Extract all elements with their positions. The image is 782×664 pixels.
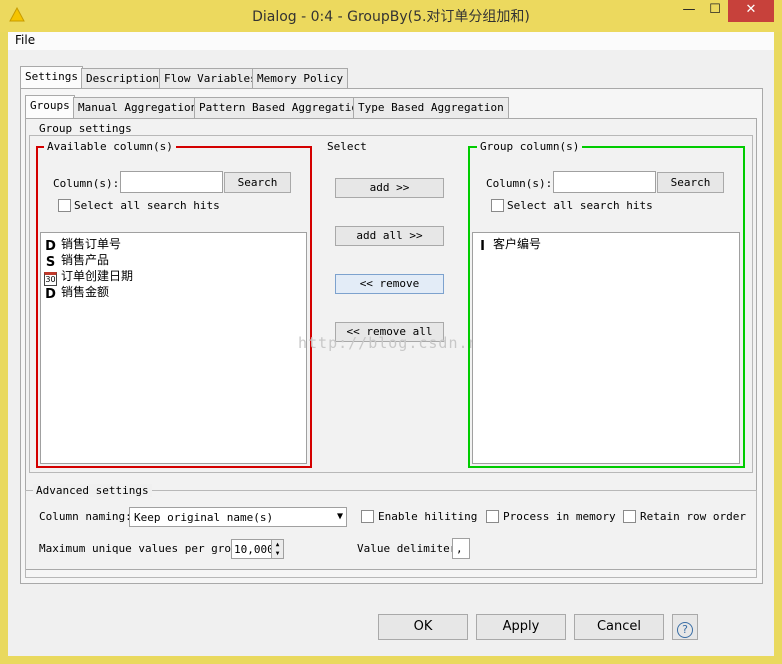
ok-button[interactable]: OK (378, 614, 468, 640)
available-select-all-label: Select all search hits (74, 199, 220, 212)
remove-button[interactable]: << remove (335, 274, 444, 294)
value-delimiter-label: Value delimiter (357, 542, 457, 555)
available-columns-list[interactable]: D 销售订单号 S 销售产品 30 订单创建日期 D 销售金额 (40, 232, 307, 464)
available-search-label: Column(s): (53, 177, 120, 190)
group-search-label: Column(s): (486, 177, 553, 190)
column-naming-label: Column naming: (39, 510, 132, 523)
integer-type-icon: I (480, 239, 485, 254)
available-select-all-checkbox[interactable] (58, 199, 71, 212)
process-in-memory-checkbox[interactable] (486, 510, 499, 523)
group-select-all-checkbox[interactable] (491, 199, 504, 212)
subtab-type-based-aggregation[interactable]: Type Based Aggregation (353, 97, 509, 118)
max-unique-values-label: Maximum unique values per group (39, 542, 245, 555)
advanced-settings-legend: Advanced settings (33, 484, 152, 497)
available-columns-legend: Available column(s) (44, 140, 176, 153)
subtab-pattern-based-aggregation[interactable]: Pattern Based Aggregation (194, 97, 370, 118)
window-title: Dialog - 0:4 - GroupBy(5.对订单分组加和) (252, 9, 530, 25)
maximize-button[interactable]: ☐ (702, 0, 728, 22)
column-naming-value: Keep original name(s) (134, 511, 274, 524)
process-in-memory-label: Process in memory (503, 510, 616, 523)
double-type-icon: D (45, 287, 56, 302)
group-columns-legend: Group column(s) (477, 140, 583, 153)
group-search-input[interactable] (553, 171, 656, 193)
add-button[interactable]: add >> (335, 178, 444, 198)
tab-flow-variables[interactable]: Flow Variables (159, 68, 262, 89)
dialog-client: File Settings Description Flow Variables… (8, 32, 774, 656)
group-select-all-label: Select all search hits (507, 199, 653, 212)
list-item[interactable]: I 客户编号 (476, 235, 541, 254)
cancel-button[interactable]: Cancel (574, 614, 664, 640)
available-search-input[interactable] (120, 171, 223, 193)
help-icon: ? (677, 622, 693, 638)
retain-row-order-checkbox[interactable] (623, 510, 636, 523)
tab-settings[interactable]: Settings (20, 66, 83, 89)
group-search-button[interactable]: Search (657, 172, 724, 193)
advanced-settings-frame (25, 490, 757, 578)
enable-hiliting-label: Enable hiliting (378, 510, 478, 523)
help-button[interactable]: ? (672, 614, 698, 640)
list-item[interactable]: D 销售金额 (44, 283, 109, 302)
subtab-groups[interactable]: Groups (25, 95, 75, 118)
list-item[interactable]: 30 订单创建日期 (44, 267, 133, 286)
title-bar: Dialog - 0:4 - GroupBy(5.对订单分组加和) — ☐ ✕ (0, 0, 782, 32)
apply-button[interactable]: Apply (476, 614, 566, 640)
column-naming-select[interactable]: Keep original name(s) ▼ (129, 507, 347, 527)
list-item[interactable]: D 销售订单号 (44, 235, 121, 254)
chevron-down-icon: ▼ (336, 511, 343, 522)
menu-bar: File (8, 32, 774, 50)
tab-description[interactable]: Description (81, 68, 164, 89)
minimize-button[interactable]: — (676, 0, 702, 22)
max-unique-values-spinner[interactable]: 10,000 ▲ ▼ (231, 539, 284, 559)
tab-memory-policy[interactable]: Memory Policy (252, 68, 349, 89)
subtab-manual-aggregation[interactable]: Manual Aggregation (73, 97, 203, 118)
enable-hiliting-checkbox[interactable] (361, 510, 374, 523)
retain-row-order-label: Retain row order (640, 510, 746, 523)
group-settings-legend: Group settings (36, 122, 135, 135)
available-search-button[interactable]: Search (224, 172, 291, 193)
max-unique-values-value: 10,000 (234, 543, 274, 556)
add-all-button[interactable]: add all >> (335, 226, 444, 246)
close-button[interactable]: ✕ (728, 0, 774, 22)
group-columns-list[interactable]: I 客户编号 (472, 232, 740, 464)
list-item[interactable]: S 销售产品 (44, 251, 109, 270)
spinner-arrows-icon[interactable]: ▲ ▼ (271, 540, 283, 558)
menu-file[interactable]: File (15, 33, 35, 47)
value-delimiter-input[interactable]: , (452, 538, 470, 559)
select-legend: Select (324, 140, 370, 153)
